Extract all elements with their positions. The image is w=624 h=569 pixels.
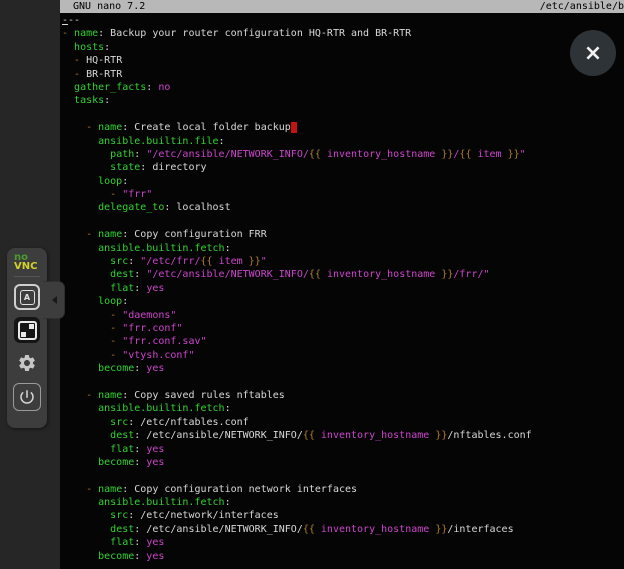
- editor-line: - name: Copy saved rules nftables: [62, 389, 624, 402]
- collapse-arrow-icon: [52, 296, 57, 304]
- editor-line: tasks:: [62, 94, 624, 107]
- editor-line: - name: Copy configuration network inter…: [62, 483, 624, 496]
- editor-line: become: yes: [62, 550, 624, 563]
- vnc-control-bar: no VNC A: [7, 248, 47, 428]
- editor-line: src: "/etc/frr/{{ item }}": [62, 255, 624, 268]
- editor-line: dest: /etc/ansible/NETWORK_INFO/{{ inven…: [62, 429, 624, 442]
- editor-line: ansible.builtin.fetch:: [62, 496, 624, 509]
- novnc-logo-vnc: VNC: [14, 262, 40, 271]
- editor-line: - "vtysh.conf": [62, 349, 624, 362]
- fullscreen-button[interactable]: [14, 317, 40, 343]
- editor-line: - "daemons": [62, 309, 624, 322]
- editor-line: flat: yes: [62, 443, 624, 456]
- editor-line: - name: Backup your router configuration…: [62, 27, 624, 40]
- editor-line: loop:: [62, 175, 624, 188]
- editor-line: ansible.builtin.file:: [62, 135, 624, 148]
- keyboard-button[interactable]: A: [14, 284, 40, 310]
- editor-line: state: directory: [62, 161, 624, 174]
- editor-line: ---: [62, 14, 624, 27]
- editor-line: - name: Create local folder backup: [62, 121, 624, 134]
- editor-line: delegate_to: localhost: [62, 201, 624, 214]
- desktop: { "titlebar": { "app": "GNU nano 7.2", "…: [0, 0, 624, 569]
- editor-line: ansible.builtin.fetch:: [62, 242, 624, 255]
- editor-line: dest: "/etc/ansible/NETWORK_INFO/{{ inve…: [62, 268, 624, 281]
- editor-line: path: "/etc/ansible/NETWORK_INFO/{{ inve…: [62, 148, 624, 161]
- power-icon: [18, 388, 36, 406]
- editor-line: [62, 108, 624, 121]
- novnc-logo: no VNC: [14, 253, 40, 277]
- editor-line: become: yes: [62, 456, 624, 469]
- nano-file-path: /etc/ansible/b: [540, 0, 624, 13]
- editor-line: loop:: [62, 295, 624, 308]
- power-button[interactable]: [13, 383, 41, 411]
- editor-line: hosts:: [62, 41, 624, 54]
- editor-line: [62, 215, 624, 228]
- nano-app-title: GNU nano 7.2: [60, 0, 145, 13]
- editor-line: - "frr.conf": [62, 322, 624, 335]
- editor-line: become: yes: [62, 362, 624, 375]
- editor-line: ansible.builtin.fetch:: [62, 402, 624, 415]
- fullscreen-icon: [18, 321, 37, 340]
- control-bar-handle[interactable]: [44, 281, 65, 319]
- editor-line: - "frr": [62, 188, 624, 201]
- editor-line: dest: /etc/ansible/NETWORK_INFO/{{ inven…: [62, 523, 624, 536]
- gear-icon: [17, 353, 37, 373]
- close-button[interactable]: ×: [570, 30, 616, 76]
- editor-line: - BR-RTR: [62, 68, 624, 81]
- editor-line: flat: yes: [62, 536, 624, 549]
- terminal-window: GNU nano 7.2 /etc/ansible/b ---- name: B…: [60, 0, 624, 569]
- close-icon: ×: [584, 41, 602, 66]
- editor-line: - "frr.conf.sav": [62, 335, 624, 348]
- editor-line: src: /etc/network/interfaces: [62, 509, 624, 522]
- text-cursor: [291, 122, 297, 133]
- editor-line: gather_facts: no: [62, 81, 624, 94]
- editor-line: - HQ-RTR: [62, 54, 624, 67]
- editor-line: [62, 376, 624, 389]
- editor-line: src: /etc/nftables.conf: [62, 416, 624, 429]
- settings-button[interactable]: [14, 350, 40, 376]
- nano-titlebar: GNU nano 7.2 /etc/ansible/b: [60, 0, 624, 13]
- editor-line: - name: Copy configuration FRR: [62, 228, 624, 241]
- keyboard-icon: A: [20, 290, 35, 305]
- editor-line: flat: yes: [62, 282, 624, 295]
- editor[interactable]: ---- name: Backup your router configurat…: [60, 13, 624, 563]
- editor-line: [62, 469, 624, 482]
